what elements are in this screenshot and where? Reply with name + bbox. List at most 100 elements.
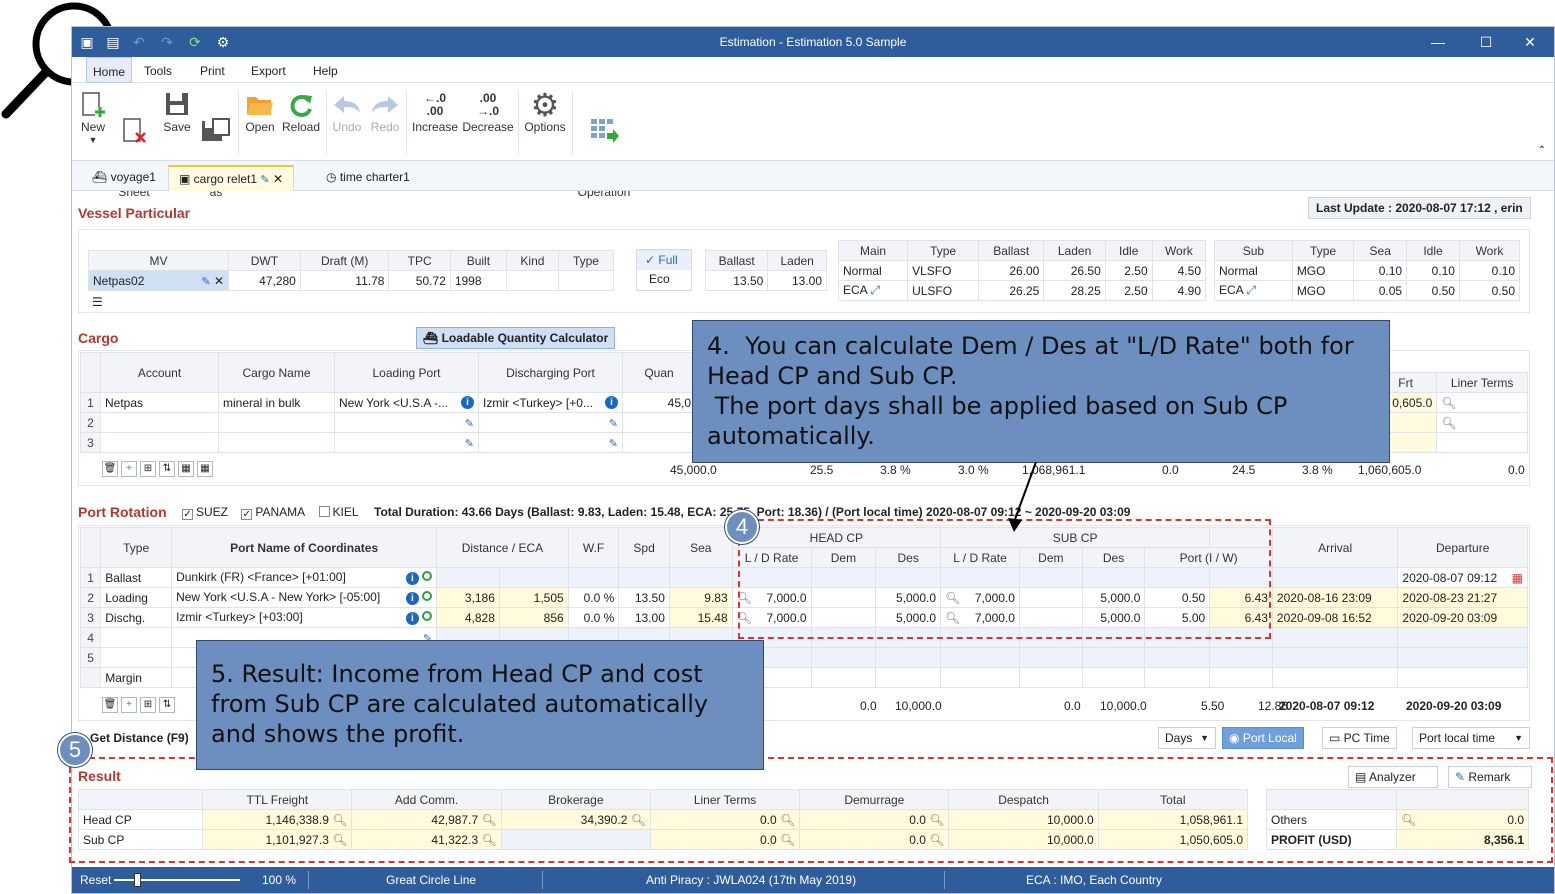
table-row[interactable]: ECA ⤢ ULSFO 26.25 28.25 2.50 4.90 [837, 280, 1207, 301]
edit-icon[interactable]: ✎ [201, 276, 210, 288]
search-icon[interactable]: 🔍︎ [1441, 396, 1456, 410]
info-icon[interactable]: i [405, 572, 419, 585]
location-pin-icon[interactable] [422, 571, 433, 581]
cell[interactable] [100, 432, 219, 453]
cell[interactable]: ✎ [478, 432, 623, 453]
eca-status[interactable]: ECA : IMO, Each Country [1026, 873, 1162, 887]
cell[interactable]: VLSFO [907, 260, 980, 281]
edit-icon[interactable]: ✎ [465, 438, 474, 450]
cell[interactable]: 50.72 [388, 270, 451, 291]
anti-piracy-status[interactable]: Anti Piracy : JWLA024 (17th May 2019) [646, 873, 856, 887]
cell[interactable]: ✎ [334, 412, 479, 433]
cell[interactable] [100, 412, 219, 433]
add-row-icon[interactable]: + [121, 697, 137, 713]
cell[interactable]: Netpas [100, 392, 219, 413]
edit-icon[interactable]: ✎ [609, 438, 618, 450]
zoom-slider[interactable] [114, 879, 240, 881]
cell[interactable]: 3,186 [436, 587, 500, 608]
to-operation-button[interactable]: To Operation [576, 89, 632, 225]
reset-button[interactable]: Reset [80, 873, 111, 887]
info-icon[interactable]: i [605, 395, 618, 409]
reload-button[interactable]: Reload [280, 89, 322, 134]
edit-icon[interactable]: ✎ [260, 174, 269, 186]
table-row[interactable] [1373, 432, 1528, 453]
menu-print[interactable]: Print [200, 64, 225, 78]
insert-row-icon[interactable]: ⊞ [140, 461, 156, 477]
cell[interactable]: 0.0 % [567, 607, 620, 628]
info-icon[interactable]: i [405, 592, 419, 605]
cell[interactable]: ✎ [478, 412, 623, 433]
move-row-icon[interactable]: ⇅ [159, 697, 175, 713]
remove-icon[interactable]: ✕ [214, 274, 224, 288]
cell[interactable]: 2.50 [1104, 280, 1153, 301]
table-row[interactable]: Netpas02 ✎ ✕ 47,280 11.78 50.72 1998 [88, 270, 615, 291]
zoom-slider-handle[interactable] [134, 873, 141, 887]
cell[interactable]: 26.00 [978, 260, 1045, 281]
menu-export[interactable]: Export [251, 64, 286, 78]
undo-button[interactable]: Undo [330, 89, 364, 134]
redo-button[interactable]: Redo [368, 89, 402, 134]
table-row[interactable]: ECA ⤢ MGO 0.05 0.50 0.50 [1214, 280, 1521, 301]
menu-help[interactable]: Help [313, 64, 338, 78]
cell[interactable] [622, 412, 696, 433]
cell[interactable]: Ballast [100, 567, 173, 588]
table-row[interactable]: 3 ✎ ✎ [80, 432, 696, 453]
info-icon[interactable]: i [405, 612, 419, 625]
cell[interactable]: Dischg. [100, 607, 173, 628]
time-mode-select[interactable]: Port local time ▼ [1412, 727, 1530, 749]
cell[interactable]: 4,828 [436, 607, 500, 628]
cell[interactable] [1436, 432, 1528, 453]
insert-row-icon[interactable]: ⊞ [140, 697, 156, 713]
grid-icon[interactable]: ▦ [178, 461, 194, 477]
cell[interactable]: 26.25 [978, 280, 1045, 301]
cell[interactable]: 🔍︎ [1436, 412, 1528, 433]
edit-icon[interactable]: ✎ [609, 418, 618, 430]
cell[interactable] [218, 432, 335, 453]
cell[interactable]: 4.90 [1151, 280, 1207, 301]
cell[interactable]: 856 [498, 607, 569, 628]
kiel-checkbox[interactable]: KIEL [318, 505, 359, 519]
cell[interactable]: 47,280 [228, 270, 301, 291]
cell[interactable]: 9.83 [668, 587, 733, 608]
suez-checkbox[interactable]: ✓ SUEZ [182, 505, 228, 520]
edit-icon[interactable]: ✎ [465, 418, 474, 430]
cell[interactable]: 0.05 [1353, 280, 1408, 301]
cell[interactable] [622, 432, 696, 453]
menu-tools[interactable]: Tools [144, 64, 172, 78]
cell[interactable]: New York <U.S.A - New York> [-05:00] i [171, 587, 438, 608]
list-icon[interactable]: ☰ [92, 295, 103, 309]
get-distance-button[interactable]: Get Distance (F9) [90, 731, 189, 745]
close-tab-icon[interactable]: ✕ [273, 172, 283, 186]
cell[interactable]: 0.10 [1406, 260, 1460, 281]
days-select[interactable]: Days ▼ [1158, 727, 1216, 749]
cell[interactable]: 🔍︎ [1436, 392, 1528, 413]
save-button[interactable]: Save [162, 89, 192, 134]
table-row[interactable]: 0,605.0 🔍︎ [1373, 392, 1528, 413]
trash-icon[interactable]: 🗑 [102, 697, 118, 713]
options-button[interactable]: ⚙ Options [522, 89, 568, 134]
save-as-button[interactable]: Save as [200, 89, 232, 225]
cell[interactable]: 1,505 [498, 587, 569, 608]
cell[interactable]: 0.50 [1406, 280, 1460, 301]
cell[interactable] [505, 270, 559, 291]
eca-icon[interactable]: ⤢ [1246, 283, 1256, 297]
cell[interactable]: Izmir <Turkey> [+03:00] i [171, 607, 438, 628]
increase-decimal-button[interactable]: ←.0 .00 Increase [410, 89, 460, 134]
cell[interactable]: 13.50 [704, 270, 769, 291]
table-row[interactable]: Normal MGO 0.10 0.10 0.10 [1214, 260, 1521, 281]
cell[interactable]: 13.50 [618, 587, 670, 608]
cell[interactable]: 13.00 [618, 607, 670, 628]
pc-time-button[interactable]: ▭ PC Time [1322, 727, 1397, 749]
cell[interactable]: Izmir <Turkey> [+0... i [478, 392, 623, 413]
speed-eco-option[interactable]: Eco [637, 270, 691, 288]
location-pin-icon[interactable] [422, 591, 433, 601]
cell[interactable]: 0.50 [1458, 280, 1521, 301]
tab-time-charter1[interactable]: ◷ time charter1 [316, 165, 420, 191]
table-row[interactable]: 2 ✎ ✎ [80, 412, 696, 433]
table-row[interactable]: 13.50 13.00 [704, 270, 827, 291]
cell[interactable] [218, 412, 335, 433]
move-row-icon[interactable]: ⇅ [159, 461, 175, 477]
cell[interactable]: 2020-08-23 21:27 [1397, 587, 1528, 608]
great-circle-status[interactable]: Great Circle Line [386, 873, 476, 887]
cell[interactable]: 45,0 [622, 392, 696, 413]
